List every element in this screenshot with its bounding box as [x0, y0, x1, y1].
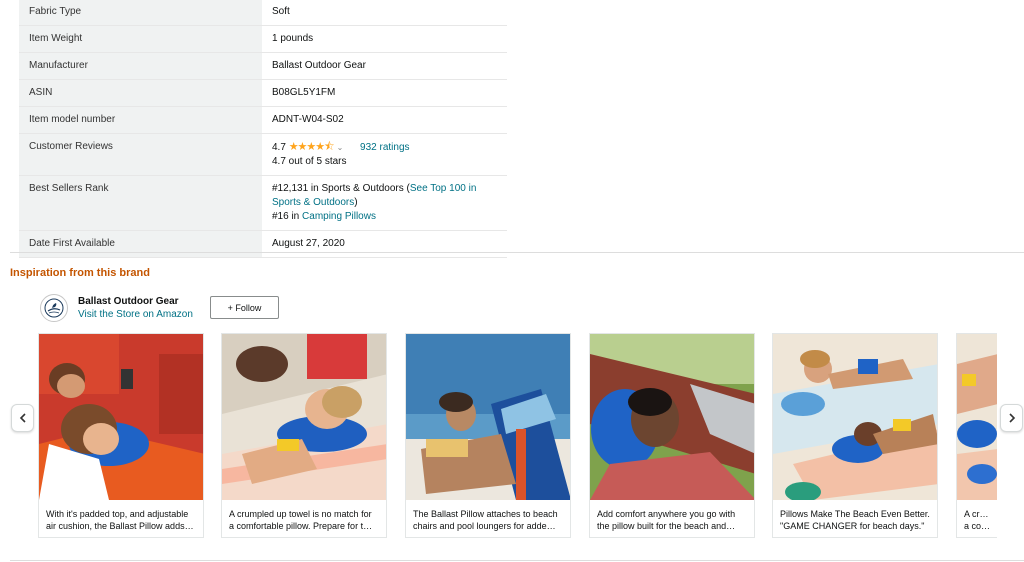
detail-value: 1 pounds [262, 25, 507, 53]
detail-row-date-first-available: Date First Available August 27, 2020 [19, 230, 507, 258]
inspiration-card[interactable]: The Ballast Pillow attaches to beach cha… [405, 333, 571, 538]
caption-line: A crump [964, 509, 991, 519]
detail-value: ADNT-W04-S02 [262, 106, 507, 134]
detail-row-customer-reviews: Customer Reviews 4.7 ★★★★⯪ ⌄ 932 ratings … [19, 133, 507, 176]
top-100-link[interactable]: See Top 100 in [410, 183, 477, 194]
ratings-link[interactable]: 932 ratings [360, 142, 409, 153]
caption-line: "GAME CHANGER for beach days." [780, 521, 925, 531]
detail-value: Ballast Outdoor Gear [262, 52, 507, 80]
detail-key: Date First Available [19, 230, 262, 258]
card-image [222, 334, 386, 500]
detail-key: Best Sellers Rank [19, 175, 262, 231]
top-100-link-cont[interactable]: Sports & Outdoors [272, 197, 354, 208]
rating-out-of: 4.7 out of 5 stars [272, 156, 347, 167]
card-caption: A crump a comfo [964, 508, 991, 532]
card-image [957, 334, 997, 500]
card-caption: The Ballast Pillow attaches to beach cha… [413, 508, 564, 532]
detail-key: Item Weight [19, 25, 262, 53]
detail-value: August 27, 2020 [262, 230, 507, 258]
inspiration-card[interactable]: Add comfort anywhere you go with the pil… [589, 333, 755, 538]
detail-key: ASIN [19, 79, 262, 107]
caption-line: With it's padded top, and adjustable [46, 509, 189, 519]
detail-value: #12,131 in Sports & Outdoors (See Top 10… [262, 175, 507, 231]
chevron-right-icon [1008, 413, 1015, 423]
caption-line: a comfortable pillow. Prepare for t… [229, 521, 373, 531]
follow-button[interactable]: + Follow [210, 296, 279, 319]
detail-value: Soft [262, 0, 507, 26]
inspiration-card[interactable]: A crumpled up towel is no match for a co… [221, 333, 387, 538]
caption-line: Add comfort anywhere you go with [597, 509, 736, 519]
star-rating-icon[interactable]: ★★★★⯪ [289, 141, 335, 153]
rank-text-2: #16 in [272, 211, 303, 222]
caption-line: A crumpled up towel is no match for [229, 509, 372, 519]
detail-value: 4.7 ★★★★⯪ ⌄ 932 ratings 4.7 out of 5 star… [262, 133, 507, 176]
section-divider [10, 560, 1024, 561]
chevron-left-icon [19, 413, 26, 423]
card-caption: Add comfort anywhere you go with the pil… [597, 508, 748, 532]
detail-row-best-sellers-rank: Best Sellers Rank #12,131 in Sports & Ou… [19, 175, 507, 231]
detail-row-fabric-type: Fabric Type Soft [19, 0, 507, 26]
visit-store-link[interactable]: Visit the Store on Amazon [78, 309, 193, 320]
rank-text: #12,131 in Sports & Outdoors ( [272, 183, 410, 194]
card-caption: A crumpled up towel is no match for a co… [229, 508, 380, 532]
detail-key: Manufacturer [19, 52, 262, 80]
caption-line: Pillows Make The Beach Even Better. [780, 509, 930, 519]
detail-value: B08GL5Y1FM [262, 79, 507, 107]
card-image [773, 334, 937, 500]
detail-key: Customer Reviews [19, 133, 262, 176]
detail-row-model-number: Item model number ADNT-W04-S02 [19, 106, 507, 134]
section-divider [10, 252, 1024, 253]
card-image [406, 334, 570, 500]
card-caption: Pillows Make The Beach Even Better. "GAM… [780, 508, 931, 532]
brand-name[interactable]: Ballast Outdoor Gear [78, 296, 179, 307]
card-image [590, 334, 754, 500]
inspiration-card[interactable]: With it's padded top, and adjustable air… [38, 333, 204, 538]
seagull-logo-icon[interactable] [40, 294, 68, 322]
detail-row-asin: ASIN B08GL5Y1FM [19, 79, 507, 107]
card-caption: With it's padded top, and adjustable air… [46, 508, 197, 532]
camping-pillows-link[interactable]: Camping Pillows [302, 211, 376, 222]
product-details-table: Fabric Type Soft Item Weight 1 pounds Ma… [19, 0, 507, 258]
caption-line: The Ballast Pillow attaches to beach [413, 509, 558, 519]
detail-key: Fabric Type [19, 0, 262, 26]
detail-row-manufacturer: Manufacturer Ballast Outdoor Gear [19, 52, 507, 80]
inspiration-card[interactable]: A crump a comfo [956, 333, 997, 538]
detail-key: Item model number [19, 106, 262, 134]
caption-line: chairs and pool loungers for adde… [413, 521, 556, 531]
carousel-prev-button[interactable] [11, 404, 34, 432]
caption-line: the pillow built for the beach and… [597, 521, 736, 531]
card-image [39, 334, 203, 500]
rank-suffix: ) [354, 197, 358, 208]
caption-line: a comfo [964, 521, 991, 531]
detail-row-item-weight: Item Weight 1 pounds [19, 25, 507, 53]
rating-value: 4.7 [272, 142, 286, 153]
carousel-next-button[interactable] [1000, 404, 1023, 432]
section-title: Inspiration from this brand [10, 267, 150, 279]
chevron-down-icon[interactable]: ⌄ [337, 143, 344, 152]
caption-line: air cushion, the Ballast Pillow adds… [46, 521, 194, 531]
inspiration-card[interactable]: Pillows Make The Beach Even Better. "GAM… [772, 333, 938, 538]
